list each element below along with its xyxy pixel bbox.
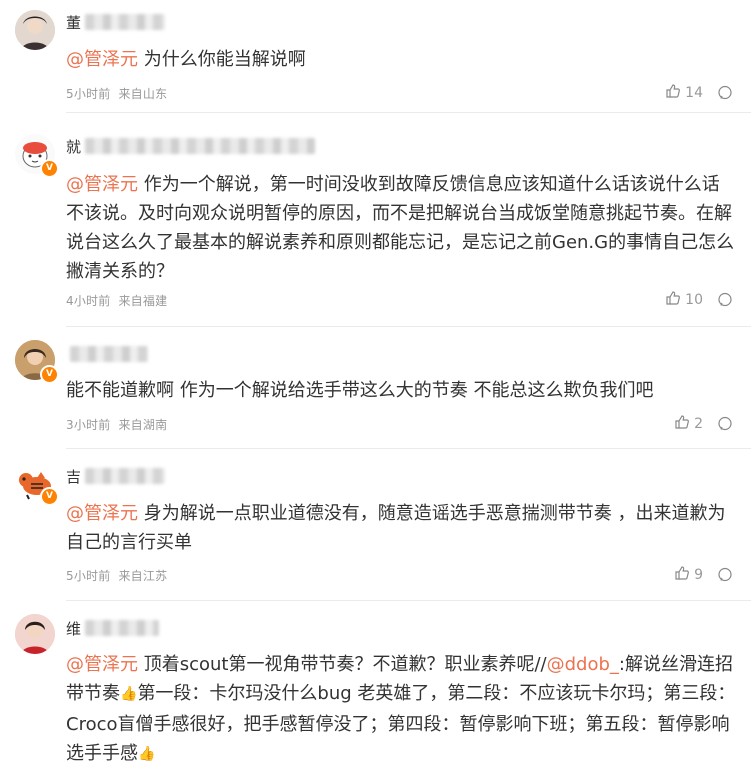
comment-meta: 3小时前 来自湖南 [66, 416, 167, 433]
timestamp: 5小时前 [66, 87, 111, 101]
comment-reply-icon[interactable] [717, 292, 733, 308]
mention-link[interactable]: @管泽元 [66, 174, 138, 195]
location: 来自江苏 [118, 569, 168, 583]
verified-badge-icon: V [40, 487, 59, 506]
comment-text: @管泽元 作为一个解说，第一时间没收到故障反馈信息应该知道什么话该说什么话不该说… [66, 174, 735, 282]
location: 来自湖南 [118, 418, 168, 432]
like-count: 2 [694, 416, 703, 432]
comment-meta: 5小时前 来自江苏 [66, 567, 167, 584]
like-button[interactable]: 14 [665, 83, 703, 103]
mention-link[interactable]: @管泽元 [66, 654, 138, 675]
comment-actions: 10 [665, 290, 733, 310]
comment-text: 能不能道歉啊 作为一个解说给选手带这么大的节奏 不能总这么欺负我们吧 [66, 380, 654, 401]
comment-text: @管泽元 身为解说一点职业道德没有，随意造谣选手恶意揣测带节奏 ，出来道歉为自己… [66, 503, 726, 553]
like-count: 10 [685, 292, 703, 308]
verified-badge-icon: V [40, 159, 59, 178]
mention-link[interactable]: @ddob_ [547, 654, 619, 675]
username[interactable]: 吉 [66, 466, 166, 486]
comment-text: @管泽元 为什么你能当解说啊 [66, 49, 306, 70]
username[interactable] [66, 344, 148, 364]
comment-text: @管泽元 顶着scout第一视角带节奏？不道歉？职业素养呢//@ddob_:解说… [66, 650, 736, 770]
divider [66, 448, 751, 449]
thumbs-up-icon [674, 414, 690, 434]
username[interactable]: 维 [66, 618, 160, 638]
avatar[interactable] [15, 614, 55, 654]
timestamp: 4小时前 [66, 294, 111, 308]
location: 来自福建 [118, 294, 168, 308]
comment-reply-icon[interactable] [717, 416, 733, 432]
comment-meta: 5小时前 来自山东 [66, 85, 167, 102]
comment-reply-icon[interactable] [717, 567, 733, 583]
thumbs-up-icon [674, 565, 690, 585]
divider [66, 112, 751, 113]
thumbs-up-emoji-icon: 👍 [138, 746, 156, 762]
thumbs-up-icon [665, 290, 681, 310]
verified-badge-icon: V [40, 365, 59, 384]
divider [66, 600, 751, 601]
thumbs-up-emoji-icon: 👍 [120, 686, 138, 702]
like-button[interactable]: 9 [674, 565, 703, 585]
comment-meta: 4小时前 来自福建 [66, 292, 167, 309]
mention-link[interactable]: @管泽元 [66, 503, 138, 524]
comment-actions: 14 [665, 83, 733, 103]
comment-actions: 2 [674, 414, 733, 434]
mention-link[interactable]: @管泽元 [66, 49, 138, 70]
like-button[interactable]: 10 [665, 290, 703, 310]
comment-reply-icon[interactable] [717, 85, 733, 101]
like-count: 14 [685, 85, 703, 101]
timestamp: 5小时前 [66, 569, 111, 583]
like-count: 9 [694, 567, 703, 583]
location: 来自山东 [118, 87, 168, 101]
timestamp: 3小时前 [66, 418, 111, 432]
username[interactable]: 就 [66, 136, 316, 156]
avatar[interactable] [15, 10, 55, 50]
divider [66, 326, 751, 327]
thumbs-up-icon [665, 83, 681, 103]
like-button[interactable]: 2 [674, 414, 703, 434]
comment-actions: 9 [674, 565, 733, 585]
username[interactable]: 董 [66, 12, 166, 32]
